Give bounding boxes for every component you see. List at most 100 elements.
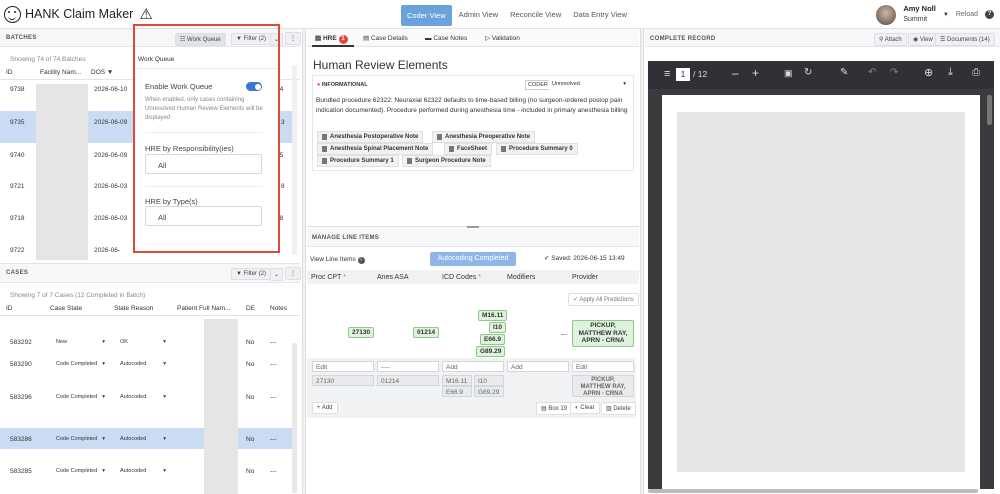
modifier-add[interactable]: Add xyxy=(507,361,569,372)
col-notes[interactable]: Notes xyxy=(270,304,287,313)
icd-value[interactable]: M16.11 xyxy=(442,375,472,386)
col-proc-cpt[interactable]: Proc CPT * xyxy=(311,273,346,282)
case-row-id[interactable]: 583285 xyxy=(10,467,32,476)
attach-button[interactable]: ⚲ Attach xyxy=(874,33,907,46)
col-anes-asa[interactable]: Anes ASA xyxy=(377,273,409,282)
print-icon[interactable]: ⎙ xyxy=(972,67,980,78)
chevron-down-icon[interactable]: ▼ xyxy=(943,12,949,18)
batch-row-id[interactable]: 9722 xyxy=(10,246,24,255)
doc-link[interactable]: Anesthesia Preoperative Note xyxy=(432,131,536,143)
col-de[interactable]: DE xyxy=(246,304,255,313)
tab-validation[interactable]: ▷ Validation xyxy=(485,34,520,43)
col-state-reason[interactable]: State Reason xyxy=(114,304,153,313)
batch-row-id[interactable]: 9721 xyxy=(10,182,24,191)
doc-link[interactable]: Anesthesia Postoperative Note xyxy=(317,131,424,143)
predicted-icd[interactable]: M16.11 xyxy=(478,310,508,321)
pdf-horizontal-scrollbar[interactable] xyxy=(648,489,978,493)
asa-value[interactable]: 01214 xyxy=(377,375,439,386)
clear-button[interactable]: ◐ Clear xyxy=(570,402,600,414)
asa-edit[interactable]: ---- xyxy=(377,361,439,372)
tab-case-notes[interactable]: ▬ Case Notes xyxy=(425,34,467,43)
batches-more-button[interactable]: ⋮ xyxy=(285,32,301,45)
state-reason-select[interactable]: OK ▾ xyxy=(117,337,169,348)
add-line-button[interactable]: + Add xyxy=(312,402,338,414)
tab-hre[interactable]: ▤ HRE 1 xyxy=(315,34,348,44)
col-icd-codes[interactable]: ICD Codes * xyxy=(442,273,481,282)
cases-filter-button[interactable]: ▼ Filter (2) xyxy=(231,268,271,280)
rotate-icon[interactable]: ↻ xyxy=(804,67,812,78)
provider-value[interactable]: PICKUP, MATTHEW RAY, APRN - CRNA xyxy=(572,375,634,397)
doc-link[interactable]: Surgeon Procedure Note xyxy=(402,155,491,167)
batch-row-id[interactable]: 9735 xyxy=(10,118,24,127)
batch-row-id[interactable]: 9738 xyxy=(10,85,24,94)
reload-button[interactable]: Reload xyxy=(956,11,978,18)
tab-case-details[interactable]: ▤ Case Details xyxy=(363,34,408,43)
nav-coder-view[interactable]: Coder View xyxy=(401,5,452,26)
col-case-state[interactable]: Case State xyxy=(50,304,82,313)
cpt-edit[interactable]: Edit xyxy=(312,361,374,372)
state-reason-select[interactable]: Autocoded ▾ xyxy=(117,434,169,445)
cpt-value[interactable]: 27130 xyxy=(312,375,374,386)
case-state-select[interactable]: New ▾ xyxy=(53,337,108,348)
page-number-input[interactable]: 1 xyxy=(676,68,690,81)
case-state-select[interactable]: Code Completed ▾ xyxy=(53,359,108,370)
case-state-select[interactable]: Code Completed ▾ xyxy=(53,392,108,403)
case-row-id[interactable]: 583292 xyxy=(10,338,32,347)
case-row-id[interactable]: 583290 xyxy=(10,360,32,369)
redo-icon[interactable]: ↷ xyxy=(890,67,898,78)
case-row-id[interactable]: 583286 xyxy=(10,435,32,444)
right-resize-handle[interactable] xyxy=(640,29,644,494)
col-patient-name[interactable]: Patient Full Nam... xyxy=(177,304,230,313)
panel-resize-grip[interactable] xyxy=(467,226,479,228)
documents-button[interactable]: ☰ Documents (14) xyxy=(935,33,995,46)
zoom-in-icon[interactable]: + xyxy=(752,66,759,80)
nav-data-entry-view[interactable]: Data Entry View xyxy=(568,5,632,26)
zoom-out-icon[interactable]: – xyxy=(732,66,739,80)
hre-status-select[interactable]: Unresolved ▾ xyxy=(549,79,629,90)
col-id[interactable]: ID xyxy=(6,68,13,77)
doc-link[interactable]: Procedure Summary 1 xyxy=(317,155,399,167)
delete-button[interactable]: ▥ Delete xyxy=(601,402,636,415)
case-state-select[interactable]: Code Completed ▾ xyxy=(53,466,108,477)
cases-more-button[interactable]: ⋮ xyxy=(285,267,301,280)
cases-scrollbar[interactable] xyxy=(292,343,297,493)
predicted-icd[interactable]: E66.9 xyxy=(480,334,505,345)
fit-page-icon[interactable]: ▣ xyxy=(784,68,793,79)
add-annotation-icon[interactable]: ⊕ xyxy=(924,66,933,79)
case-row-id[interactable]: 583296 xyxy=(10,393,32,402)
doc-link[interactable]: Procedure Summary 0 xyxy=(496,143,578,155)
icd-add[interactable]: Add xyxy=(442,361,504,372)
view-button[interactable]: ◉ View xyxy=(908,33,938,46)
avatar[interactable] xyxy=(876,4,897,25)
col-dos[interactable]: DOS ▼ xyxy=(91,68,113,77)
undo-icon[interactable]: ↶ xyxy=(868,67,876,78)
col-modifiers[interactable]: Modifiers xyxy=(507,273,535,282)
apply-all-predictions-button[interactable]: ✓ Apply All Predictions xyxy=(568,293,639,306)
nav-reconcile-view[interactable]: Reconcile View xyxy=(505,5,566,26)
help-icon[interactable]: ? xyxy=(985,10,994,19)
col-facility[interactable]: Facility Nam... xyxy=(40,68,81,77)
download-icon[interactable]: ⤓ xyxy=(948,66,953,79)
col-provider[interactable]: Provider xyxy=(572,273,598,282)
info-icon[interactable]: i xyxy=(357,257,365,264)
left-resize-handle[interactable] xyxy=(302,29,306,494)
cases-collapse-button[interactable]: ⌄ xyxy=(270,268,284,281)
batch-row-id[interactable]: 9740 xyxy=(10,151,24,160)
autocoding-status-button[interactable]: Autocoding Completed xyxy=(430,252,516,266)
state-reason-select[interactable]: Autocoded ▾ xyxy=(117,466,169,477)
annotate-icon[interactable]: ✎ xyxy=(840,67,848,78)
col-id[interactable]: ID xyxy=(6,304,13,313)
predicted-asa[interactable]: 01214 xyxy=(413,327,440,338)
app-logo[interactable]: HANK Claim Maker ⚠ xyxy=(4,5,153,23)
batch-row-id[interactable]: 9718 xyxy=(10,214,24,223)
pdf-scrollbar[interactable] xyxy=(987,95,992,125)
batches-scrollbar[interactable] xyxy=(292,65,297,255)
user-menu[interactable]: Amy Noll Summit xyxy=(903,4,936,25)
icd-value[interactable]: I10 xyxy=(474,375,504,386)
predicted-provider[interactable]: PICKUP, MATTHEW RAY, APRN - CRNA xyxy=(572,320,634,347)
icd-value[interactable]: E66.9 xyxy=(442,386,472,397)
state-reason-select[interactable]: Autocoded ▾ xyxy=(117,392,169,403)
provider-edit[interactable]: Edit xyxy=(572,361,634,372)
nav-admin-view[interactable]: Admin View xyxy=(454,5,503,26)
state-reason-select[interactable]: Autocoded ▾ xyxy=(117,359,169,370)
